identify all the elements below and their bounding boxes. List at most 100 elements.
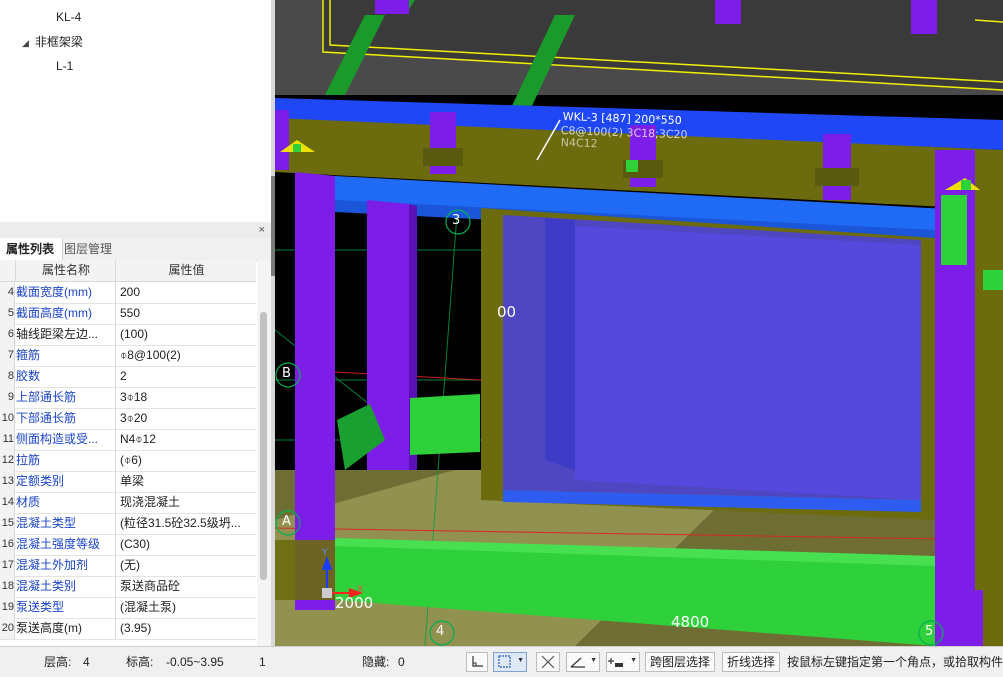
property-value[interactable]: (3.95) [115, 618, 256, 639]
property-value[interactable]: (无) [115, 555, 256, 576]
ortho-icon [472, 656, 483, 667]
tab-property-list[interactable]: 属性列表 [0, 238, 63, 260]
property-value[interactable]: 200 [115, 282, 256, 303]
property-name: 泵送高度(m) [16, 621, 82, 635]
row-number-header [0, 260, 14, 281]
property-value[interactable]: (粒径31.5砼32.5级坍... [115, 513, 256, 534]
property-name: 混凝土类型 [16, 516, 77, 530]
tab-layer-management[interactable]: 图层管理 [58, 238, 118, 260]
axis-label-a: A [282, 514, 291, 529]
properties-tab-bar: 属性列表 图层管理 [0, 238, 271, 261]
column-header-name: 属性名称 [15, 260, 116, 281]
row-number: 13 [0, 471, 15, 492]
dimension-text-2000: 2000 [335, 594, 374, 612]
angle-tool-dropdown[interactable]: ▼ [566, 652, 600, 672]
property-row[interactable]: 15 混凝土类型 (粒径31.5砼32.5级坍... [0, 513, 256, 535]
property-value[interactable]: 现浇混凝土 [115, 492, 256, 513]
angle-icon [570, 657, 585, 668]
grid-header: 属性名称 属性值 [0, 260, 256, 282]
ucs-x-label: X [357, 585, 364, 595]
column-header-value: 属性值 [115, 260, 256, 281]
property-value[interactable]: (C30) [115, 534, 256, 555]
axis-label-3: 3 [452, 213, 461, 228]
row-number: 11 [0, 429, 15, 450]
row-number: 8 [0, 366, 15, 387]
scrollbar-thumb[interactable] [260, 312, 267, 580]
tab-label: 图层管理 [64, 242, 113, 256]
property-row[interactable]: 14 材质 现浇混凝土 [0, 492, 256, 514]
dimension-text-4800: 4800 [671, 613, 710, 631]
property-name: 轴线距梁左边... [16, 327, 99, 341]
hidden-label: 隐藏: [362, 655, 390, 669]
ucs-y-label: Y [322, 548, 328, 558]
ortho-toggle-button[interactable] [466, 652, 488, 672]
row-number: 15 [0, 513, 15, 534]
row-number: 16 [0, 534, 15, 555]
property-row[interactable]: 18 混凝土类别 泵送商品砼 [0, 576, 256, 598]
chevron-down-icon: ▼ [590, 657, 597, 664]
property-grid-scrollbar[interactable] [257, 260, 271, 646]
elevation-label: 标高: [126, 655, 154, 669]
3d-viewport[interactable]: WKL-3 [487] 200*550 C8@100(2) 3C18;3C20 … [275, 0, 1003, 646]
row-number: 4 [0, 282, 15, 303]
floor-label: 层高: [44, 655, 72, 669]
property-value[interactable]: 2 [115, 366, 256, 387]
tree-item-non-frame-beam[interactable]: ◢ 非框架梁 [22, 32, 83, 52]
rectangle-select-icon [498, 655, 511, 668]
properties-panel-header: × [0, 222, 271, 239]
property-grid: 属性名称 属性值 4 截面宽度(mm) 200 5 截面高度(mm) 550 6 轴线距梁左边… [0, 260, 256, 646]
row-number: 19 [0, 597, 15, 618]
property-row[interactable]: 20 泵送高度(m) (3.95) [0, 618, 256, 640]
snap-tool-dropdown[interactable]: ▼ [606, 652, 640, 672]
property-value[interactable]: 3⌽20 [115, 408, 256, 429]
property-value[interactable]: (⌽6) [115, 450, 256, 471]
command-hint: 按鼠标左键指定第一个角点，或拾取构件 [787, 655, 1003, 669]
property-name: 截面高度(mm) [16, 306, 92, 320]
tree-item-l-1[interactable]: L-1 [56, 56, 73, 76]
row-number: 20 [0, 618, 15, 639]
row-number: 18 [0, 576, 15, 597]
property-row[interactable]: 7 箍筋 ⌽8@100(2) [0, 345, 256, 367]
property-row[interactable]: 9 上部通长筋 3⌽18 [0, 387, 256, 409]
property-name: 混凝土类别 [16, 579, 77, 593]
status-bar: 层高: 4 标高: -0.05~3.95 1 隐藏: 0 ▼ ▼ ▼ 跨图层选择… [0, 646, 1003, 677]
property-row[interactable]: 12 拉筋 (⌽6) [0, 450, 256, 472]
property-value[interactable]: (混凝土泵) [115, 597, 256, 618]
expand-arrow-icon[interactable]: ◢ [22, 33, 29, 53]
property-row[interactable]: 10 下部通长筋 3⌽20 [0, 408, 256, 430]
property-row[interactable]: 16 混凝土强度等级 (C30) [0, 534, 256, 556]
row-number: 10 [0, 408, 15, 429]
select-mode-dropdown[interactable]: ▼ [493, 652, 527, 672]
chevron-down-icon: ▼ [517, 657, 524, 664]
property-value[interactable]: 3⌽18 [115, 387, 256, 408]
property-value[interactable]: N4⌽12 [115, 429, 256, 450]
row-number: 6 [0, 324, 15, 345]
property-row[interactable]: 5 截面高度(mm) 550 [0, 303, 256, 325]
property-name: 侧面构造或受... [16, 432, 99, 446]
property-row[interactable]: 13 定额类别 单梁 [0, 471, 256, 493]
close-icon[interactable]: × [259, 223, 265, 237]
cross-select-button[interactable] [536, 652, 560, 672]
property-row[interactable]: 11 侧面构造或受... N4⌽12 [0, 429, 256, 451]
property-row[interactable]: 8 胶数 2 [0, 366, 256, 388]
tree-item-kl-4[interactable]: KL-4 [56, 7, 81, 27]
property-value[interactable]: 550 [115, 303, 256, 324]
row-number: 12 [0, 450, 15, 471]
row-number: 9 [0, 387, 15, 408]
property-value[interactable]: 泵送商品砼 [115, 576, 256, 597]
tree-item-label: L-1 [56, 59, 74, 73]
property-row[interactable]: 17 混凝土外加剂 (无) [0, 555, 256, 577]
property-name: 混凝土外加剂 [16, 558, 89, 572]
tree-item-label: KL-4 [56, 10, 82, 24]
property-row[interactable]: 6 轴线距梁左边... (100) [0, 324, 256, 346]
property-value[interactable]: ⌽8@100(2) [115, 345, 256, 366]
polyline-select-button[interactable]: 折线选择 [722, 652, 781, 672]
property-row[interactable]: 19 泵送类型 (混凝土泵) [0, 597, 256, 619]
cross-layer-select-button[interactable]: 跨图层选择 [645, 652, 716, 672]
axis-label-b: B [282, 366, 291, 381]
property-value[interactable]: 单梁 [115, 471, 256, 492]
property-row[interactable]: 4 截面宽度(mm) 200 [0, 282, 256, 304]
chevron-down-icon: ▼ [630, 657, 637, 664]
property-value[interactable]: (100) [115, 324, 256, 345]
property-name: 胶数 [16, 369, 41, 383]
